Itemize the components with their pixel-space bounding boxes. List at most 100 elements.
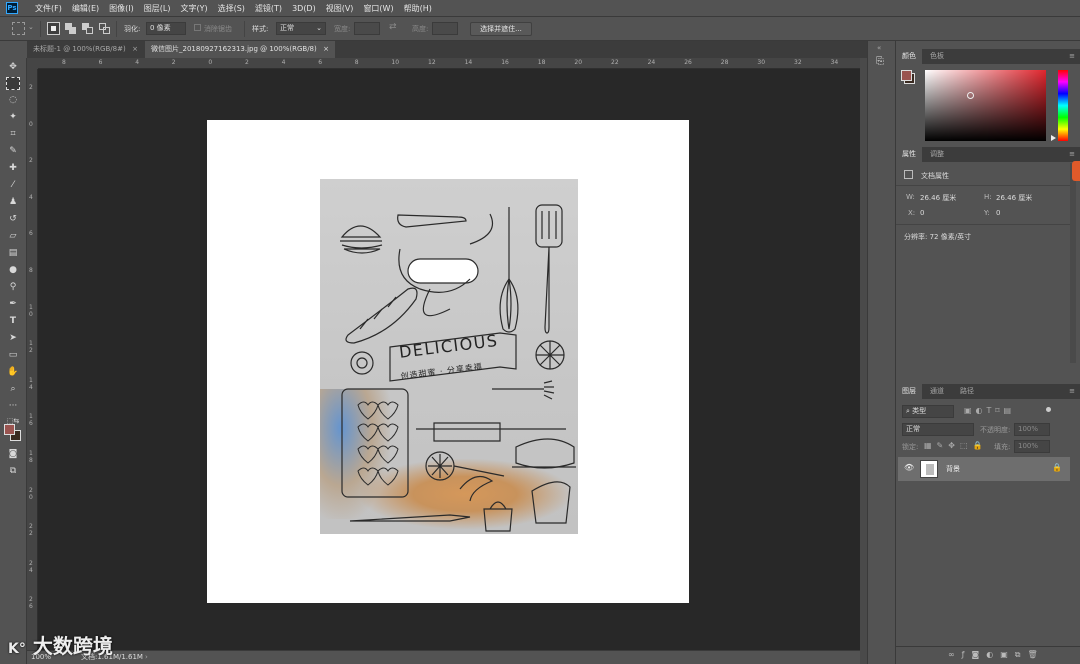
layer-row-background[interactable]: 👁 背景 🔒 — [898, 457, 1070, 481]
ruler-tick-label: 2 — [29, 84, 33, 91]
blur-tool-icon[interactable]: ● — [6, 264, 20, 277]
color-picker-field[interactable] — [925, 70, 1046, 141]
photoshop-logo-icon[interactable]: Ps — [6, 2, 18, 14]
add-selection-icon[interactable] — [64, 22, 77, 35]
zoom-tool-icon[interactable]: ⌕ — [6, 383, 20, 396]
canvas-area[interactable]: DELICIOUS 创造甜蜜 · 分享幸福 — [38, 69, 860, 650]
tab-properties[interactable]: 属性 — [896, 147, 922, 162]
watermark-text: 大数跨境 — [32, 634, 113, 658]
fill-label: 填充: — [994, 443, 1011, 451]
menu-item[interactable]: 编辑(E) — [67, 0, 104, 17]
y-value[interactable]: 0 — [996, 209, 1000, 217]
menu-item[interactable]: 视图(V) — [321, 0, 359, 17]
lasso-tool-icon[interactable]: ◌ — [6, 94, 20, 107]
document-canvas[interactable]: DELICIOUS 创造甜蜜 · 分享幸福 — [207, 120, 689, 603]
height-input[interactable] — [432, 22, 458, 35]
tab-color[interactable]: 颜色 — [896, 49, 922, 64]
panel-menu-icon[interactable]: ≡ — [1069, 52, 1075, 60]
hue-slider[interactable] — [1058, 70, 1068, 141]
antialias-checkbox[interactable] — [194, 24, 201, 31]
gradient-tool-icon[interactable]: ▤ — [6, 247, 20, 260]
tab-layers[interactable]: 图层 — [896, 384, 922, 399]
history-brush-tool-icon[interactable]: ↺ — [6, 213, 20, 226]
collapse-icon[interactable]: « — [877, 44, 881, 52]
eraser-tool-icon[interactable]: ▱ — [6, 230, 20, 243]
canvas-vertical-scrollbar[interactable] — [860, 58, 867, 664]
crop-tool-icon[interactable]: ⌗ — [6, 128, 20, 141]
menu-item[interactable]: 窗口(W) — [358, 0, 398, 17]
dodge-tool-icon[interactable]: ⚲ — [6, 281, 20, 294]
subtract-selection-icon[interactable] — [81, 22, 94, 35]
path-selection-tool-icon[interactable]: ➤ — [6, 332, 20, 345]
filter-toggle-icon[interactable] — [1046, 407, 1051, 412]
tab-paths[interactable]: 路径 — [954, 384, 980, 399]
more-tools-icon[interactable]: ··· — [6, 400, 20, 413]
history-panel-icon[interactable]: ⎘ — [876, 56, 884, 67]
properties-scrollbar[interactable] — [1070, 163, 1076, 363]
intersect-selection-icon[interactable] — [98, 22, 111, 35]
menu-item[interactable]: 图像(I) — [104, 0, 139, 17]
lock-label: 锁定: — [902, 443, 919, 451]
hand-tool-icon[interactable]: ✋ — [6, 366, 20, 379]
panel-foreground-swatch[interactable] — [901, 70, 912, 81]
type-tool-icon[interactable]: T — [6, 315, 20, 328]
menu-item[interactable]: 滤镜(T) — [250, 0, 287, 17]
foreground-color-swatch[interactable] — [4, 424, 15, 435]
x-value[interactable]: 0 — [920, 209, 924, 217]
tab-untitled[interactable]: 未标题-1 @ 100%(RGB/8#) × — [27, 41, 144, 58]
menu-item[interactable]: 选择(S) — [213, 0, 250, 17]
side-badge-icon[interactable] — [1072, 161, 1080, 181]
panel-menu-icon[interactable]: ≡ — [1069, 387, 1075, 395]
rect-marquee-preset-icon[interactable] — [12, 22, 25, 35]
layer-filter-icons[interactable]: ▣◐T⌑▤ — [964, 406, 1015, 415]
status-menu-arrow-icon[interactable]: › — [145, 651, 148, 664]
magic-wand-tool-icon[interactable]: ✦ — [6, 111, 20, 124]
pen-tool-icon[interactable]: ✒ — [6, 298, 20, 311]
panel-menu-icon[interactable]: ≡ — [1069, 150, 1075, 158]
tab-channels[interactable]: 通道 — [924, 384, 950, 399]
feather-input[interactable]: 0 像素 — [146, 22, 186, 35]
menu-item[interactable]: 3D(D) — [287, 0, 321, 17]
menu-item[interactable]: 图层(L) — [139, 0, 176, 17]
rect-marquee-tool-icon[interactable] — [6, 77, 20, 90]
swap-dimensions-icon[interactable]: ⇄ — [389, 22, 397, 32]
healing-brush-tool-icon[interactable]: ✚ — [6, 162, 20, 175]
brush-tool-icon[interactable]: ⁄ — [6, 179, 20, 192]
fill-input[interactable]: 100% — [1014, 440, 1050, 453]
chevron-down-icon[interactable]: ⌄ — [28, 23, 34, 31]
ruler-tick-label: 12 — [428, 59, 436, 66]
color-picker-cursor[interactable] — [967, 92, 974, 99]
menu-item[interactable]: 帮助(H) — [399, 0, 437, 17]
lock-icons[interactable]: ▦✎✥⬚🔒 — [924, 441, 987, 450]
move-tool-icon[interactable]: ✥ — [6, 61, 20, 74]
new-selection-icon[interactable] — [47, 22, 60, 35]
tab-adjustments[interactable]: 调整 — [924, 147, 950, 162]
layer-kind-filter[interactable]: ⌕ 类型 — [902, 405, 954, 418]
close-icon[interactable]: × — [132, 41, 138, 58]
opacity-input[interactable]: 100% — [1014, 423, 1050, 436]
close-icon[interactable]: × — [323, 41, 329, 58]
blend-mode-select[interactable]: 正常 — [902, 423, 974, 436]
width-value[interactable]: 26.46 厘米 — [920, 193, 956, 203]
clone-stamp-tool-icon[interactable]: ♟ — [6, 196, 20, 209]
quick-mask-icon[interactable]: ◙ — [6, 448, 20, 461]
kind-label: 类型 — [912, 407, 927, 415]
eyedropper-tool-icon[interactable]: ✎ — [6, 145, 20, 158]
layer-action-icons[interactable]: ∞ƒ◙◐▣⧉🗑 — [948, 650, 1045, 660]
menu-item[interactable]: 文件(F) — [30, 0, 67, 17]
tab-wechat-image[interactable]: 微信图片_20180927162313.jpg @ 100%(RGB/8) × — [145, 41, 335, 58]
menu-item[interactable]: 文字(Y) — [175, 0, 212, 17]
style-select[interactable]: 正常 ⌄ — [276, 22, 326, 35]
ruler-tick-label: 30 — [757, 59, 766, 66]
layer-name[interactable]: 背景 — [946, 464, 960, 474]
height-value[interactable]: 26.46 厘米 — [996, 193, 1032, 203]
bag-photo: DELICIOUS 创造甜蜜 · 分享幸福 — [320, 179, 578, 534]
hue-slider-handle[interactable] — [1051, 135, 1056, 141]
screen-mode-icon[interactable]: ⧉ — [6, 465, 20, 478]
rectangle-tool-icon[interactable]: ▭ — [6, 349, 20, 362]
width-input[interactable] — [354, 22, 380, 35]
tab-swatches[interactable]: 色板 — [924, 49, 950, 64]
visibility-eye-icon[interactable]: 👁 — [904, 463, 914, 472]
ruler-tick-label: 2 6 — [29, 596, 33, 611]
select-and-mask-button[interactable]: 选择并遮住... — [470, 22, 532, 36]
